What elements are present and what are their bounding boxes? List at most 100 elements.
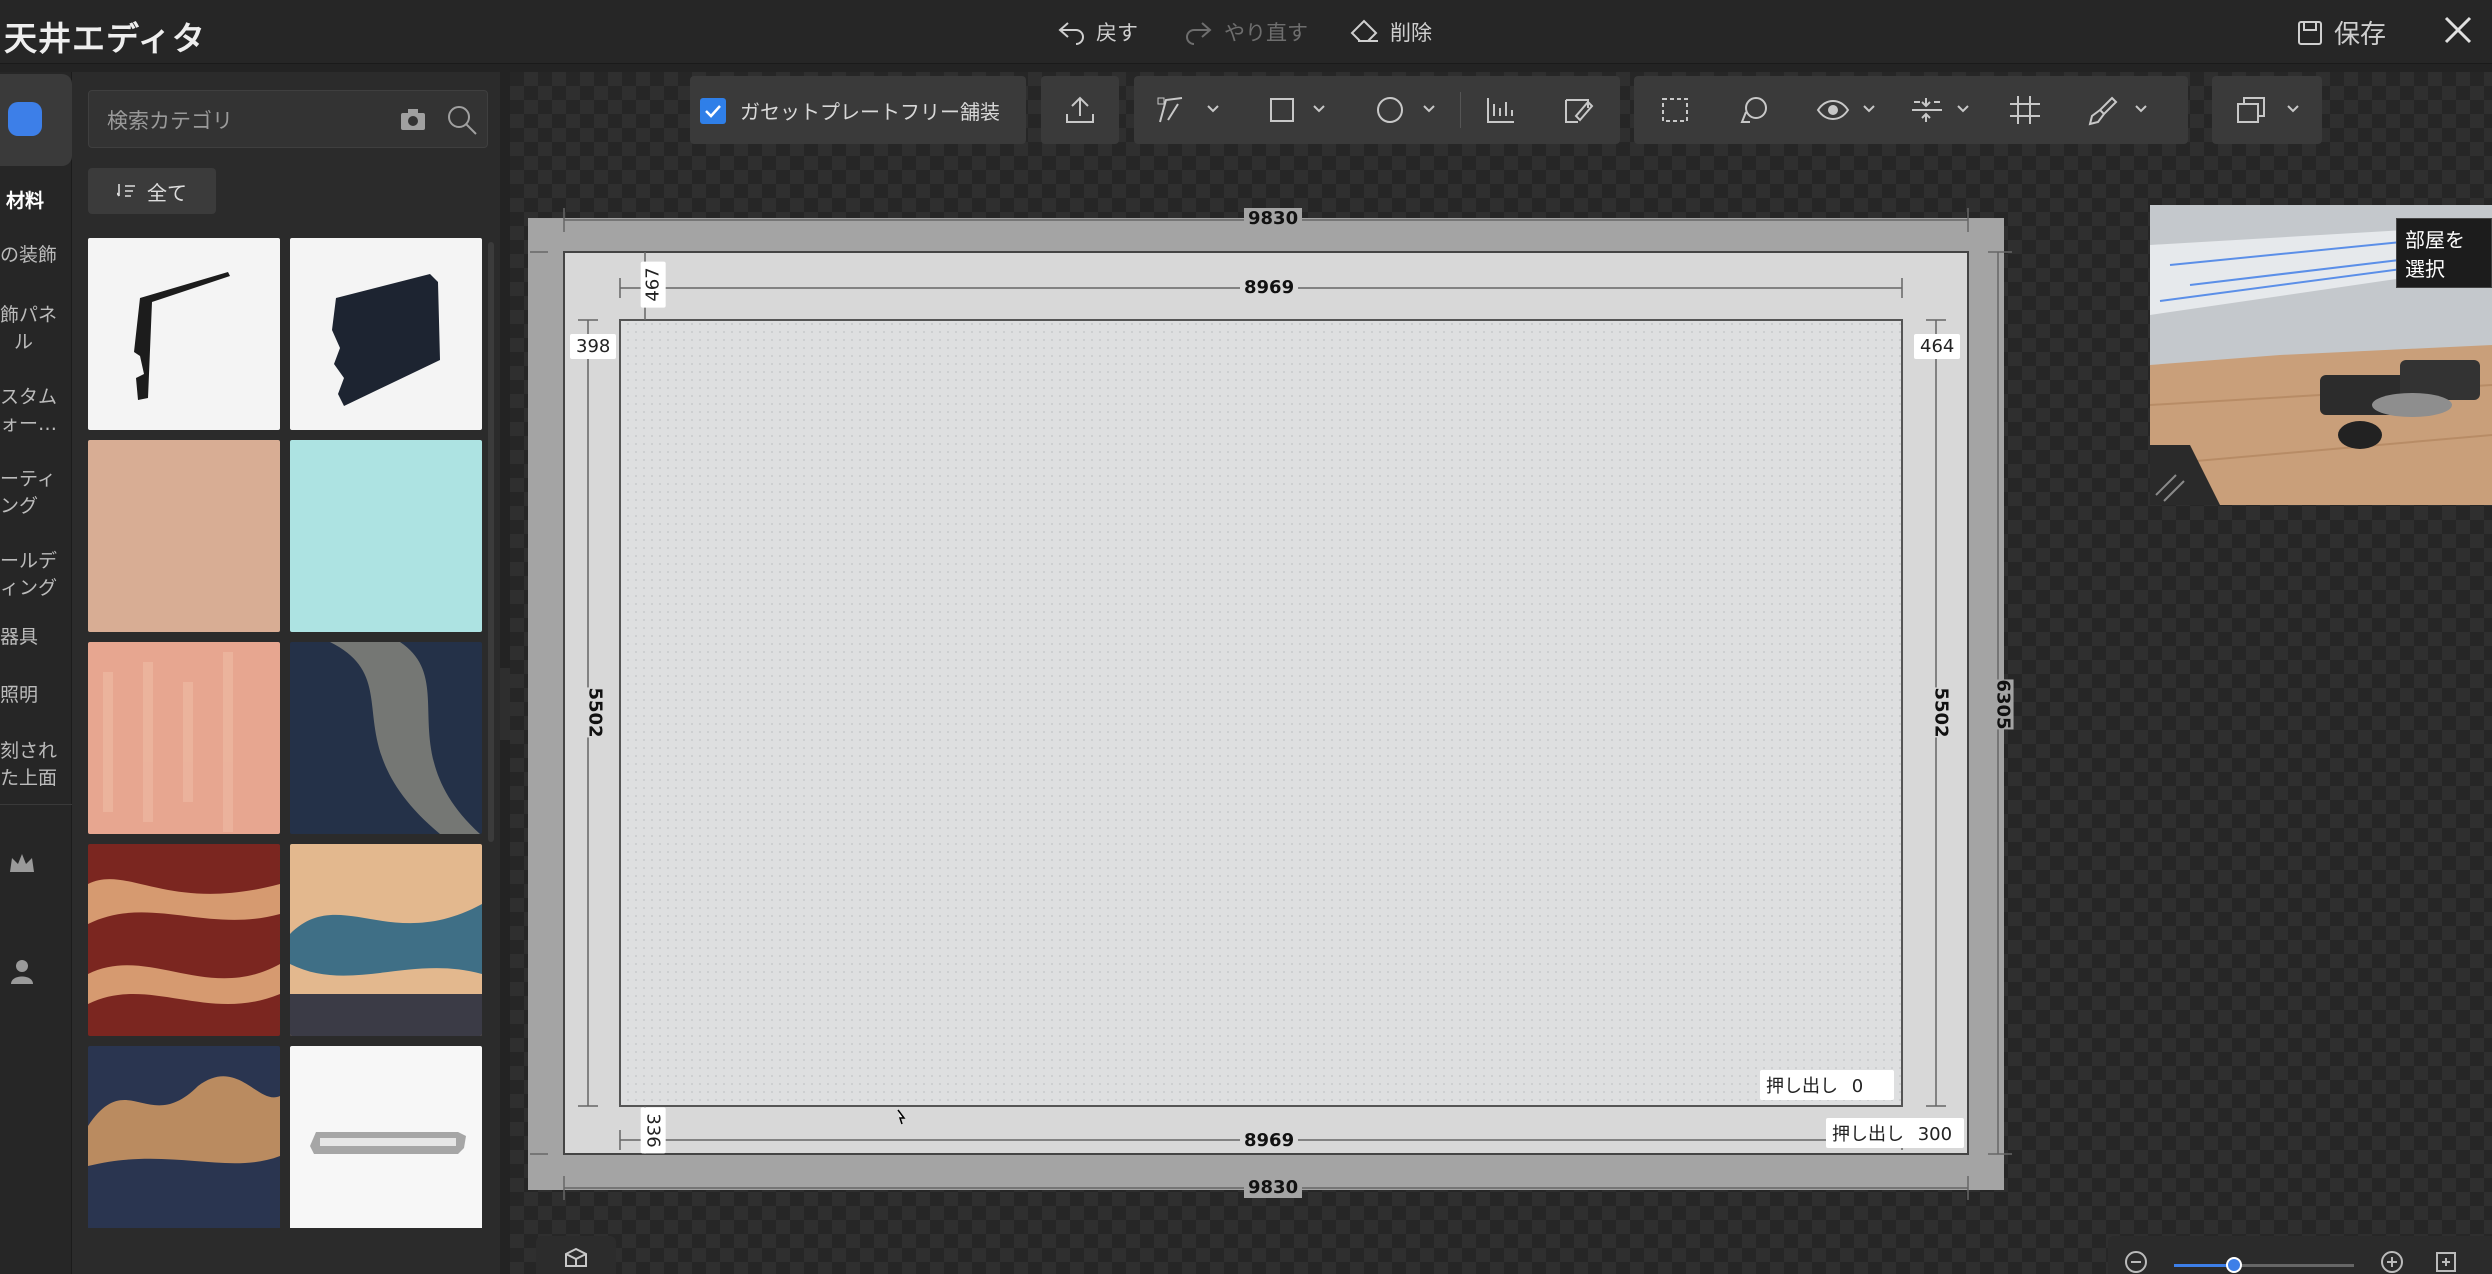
sort-icon <box>117 184 135 197</box>
dim-outer-top[interactable]: 9830 <box>1244 208 1303 229</box>
chevron-down-icon[interactable] <box>1312 104 1326 114</box>
material-thumb-navy-mountain[interactable] <box>88 1046 280 1228</box>
upload-icon[interactable] <box>1063 94 1097 126</box>
gusset-checkbox[interactable] <box>700 97 726 124</box>
redo-label: やり直す <box>1224 21 1308 45</box>
grid-icon[interactable] <box>2008 94 2042 126</box>
edit-shape-icon[interactable] <box>1562 94 1596 126</box>
rail-item-panel[interactable]: 飾パネ <box>0 302 72 329</box>
zoom-control <box>2108 1236 2492 1274</box>
circle-icon[interactable] <box>1374 94 1408 126</box>
rail-item-molding[interactable]: ールデ <box>0 548 72 575</box>
dim-outer-right[interactable]: 6305 <box>1992 679 2014 730</box>
layers-group <box>2212 76 2322 144</box>
select-area-icon[interactable] <box>1658 94 1692 126</box>
offset-bottom[interactable]: 336 <box>640 1107 666 1154</box>
select-room-tooltip[interactable]: 部屋を選択 <box>2396 218 2492 288</box>
dim-outer-bottom[interactable]: 9830 <box>1244 1177 1303 1198</box>
material-thumb-peach-texture[interactable] <box>88 440 280 632</box>
cube-icon[interactable] <box>8 102 42 136</box>
material-thumb-navy-marble[interactable] <box>290 642 482 834</box>
rail-item-lights[interactable]: 照明 <box>0 682 72 709</box>
filter-all-button[interactable]: 全て <box>88 168 216 214</box>
gusset-label: ガセットプレートフリー舗装 <box>740 100 1000 124</box>
level-icon[interactable] <box>1910 94 1944 126</box>
dim-inner-bottom[interactable]: 8969 <box>1240 1130 1299 1151</box>
save-label: 保存 <box>2334 20 2387 50</box>
delete-label: 削除 <box>1390 21 1432 45</box>
rail-item-decoration[interactable]: の装飾 <box>0 242 72 269</box>
offset-top[interactable]: 467 <box>640 261 666 308</box>
extrude-inner-label: 押し出し <box>1766 1076 1838 1097</box>
layers-icon[interactable] <box>2234 94 2268 126</box>
rail-item-materials[interactable]: 材料 <box>6 188 78 215</box>
extrude-outer[interactable]: 押し出し 300 <box>1826 1118 1964 1148</box>
zoom-slider-thumb[interactable] <box>2226 1257 2242 1273</box>
delete-button[interactable]: 削除 <box>1350 16 1432 48</box>
category-rail: 材料 の装飾 飾パネ ル スタム ォー… ーティ ング ールデ ィング 器具 照… <box>0 72 72 1274</box>
chevron-down-icon[interactable] <box>2286 104 2300 114</box>
dim-inner-right[interactable]: 5502 <box>1930 687 1952 738</box>
app-window: 天井エディタ 戻す やり直す 削除 保存 材料 の装飾 飾パネ ル スタム ォー… <box>0 0 2492 1274</box>
undo-label: 戻す <box>1096 21 1138 45</box>
search-icon[interactable] <box>445 103 479 137</box>
chevron-down-icon[interactable] <box>2134 104 2148 114</box>
rail-item-carved[interactable]: 刻され <box>0 738 72 765</box>
dim-inner-top[interactable]: 8969 <box>1240 277 1299 298</box>
material-thumb-profile-strip[interactable] <box>88 238 280 430</box>
close-icon[interactable] <box>2440 12 2476 48</box>
chevron-down-icon[interactable] <box>1422 104 1436 114</box>
material-thumb-red-wave[interactable] <box>88 844 280 1036</box>
material-grid <box>88 238 492 1228</box>
upload-group <box>1041 76 1119 144</box>
chevron-down-icon[interactable] <box>1862 104 1876 114</box>
rail-item-carved-line2: た上面 <box>0 767 58 789</box>
check-icon <box>705 104 721 118</box>
filter-label: 全て <box>147 180 187 205</box>
fit-view-icon[interactable] <box>2434 1250 2458 1274</box>
material-thumb-board-profile[interactable] <box>290 238 482 430</box>
dim-inner-left[interactable]: 5502 <box>584 687 606 738</box>
rail-item-fixtures[interactable]: 器具 <box>0 624 72 651</box>
zoom-in-icon[interactable] <box>2380 1250 2404 1274</box>
material-thumb-metal-bar[interactable] <box>290 1046 482 1228</box>
rectangle-icon[interactable] <box>1266 94 1300 126</box>
eye-icon[interactable] <box>1816 94 1850 126</box>
rail-item-custom[interactable]: スタム <box>0 384 72 411</box>
chevron-down-icon[interactable] <box>1206 104 1220 114</box>
top-bar: 天井エディタ 戻す やり直す 削除 保存 <box>0 0 2492 64</box>
save-icon <box>2298 20 2322 45</box>
rail-item-lighting[interactable]: ーティ <box>0 466 72 493</box>
search-input[interactable]: 検索カテゴリ <box>107 105 233 135</box>
search-box[interactable]: 検索カテゴリ <box>88 90 488 148</box>
lasso-icon[interactable] <box>1738 94 1772 126</box>
paint-brush-icon[interactable] <box>2086 94 2120 126</box>
pen-draw-icon[interactable] <box>1156 94 1190 126</box>
redo-button[interactable]: やり直す <box>1184 16 1308 48</box>
align-icon[interactable] <box>1484 94 1518 126</box>
gusset-toggle[interactable]: ガセットプレートフリー舗装 <box>700 96 1000 125</box>
view-tools-group <box>1634 76 2188 144</box>
offset-left[interactable]: 398 <box>570 334 617 359</box>
zoom-out-icon[interactable] <box>2124 1250 2148 1274</box>
3d-view-button[interactable] <box>536 1236 616 1274</box>
chevron-down-icon[interactable] <box>1956 104 1970 114</box>
draw-tools-group <box>1134 76 1620 144</box>
app-title: 天井エディタ <box>4 19 206 58</box>
rail-item-custom-line2: ォー… <box>0 413 58 435</box>
zoom-slider-track[interactable] <box>2174 1257 2354 1273</box>
material-panel: 検索カテゴリ 全て <box>72 72 500 1274</box>
camera-icon[interactable] <box>399 107 427 133</box>
extrude-inner[interactable]: 押し出し 0 <box>1760 1070 1894 1100</box>
offset-right[interactable]: 464 <box>1914 334 1961 359</box>
crown-icon[interactable] <box>6 848 38 880</box>
save-button[interactable]: 保存 <box>2296 14 2386 51</box>
rail-item-lighting-line2: ング <box>0 495 39 517</box>
undo-button[interactable]: 戻す <box>1056 16 1138 48</box>
extrude-inner-value: 0 <box>1851 1076 1864 1097</box>
material-thumb-golden-mountain[interactable] <box>290 844 482 1036</box>
material-thumb-salmon-texture[interactable] <box>88 642 280 834</box>
material-thumb-aqua-texture[interactable] <box>290 440 482 632</box>
user-icon[interactable] <box>6 956 38 988</box>
panel-scrollbar[interactable] <box>488 242 494 842</box>
